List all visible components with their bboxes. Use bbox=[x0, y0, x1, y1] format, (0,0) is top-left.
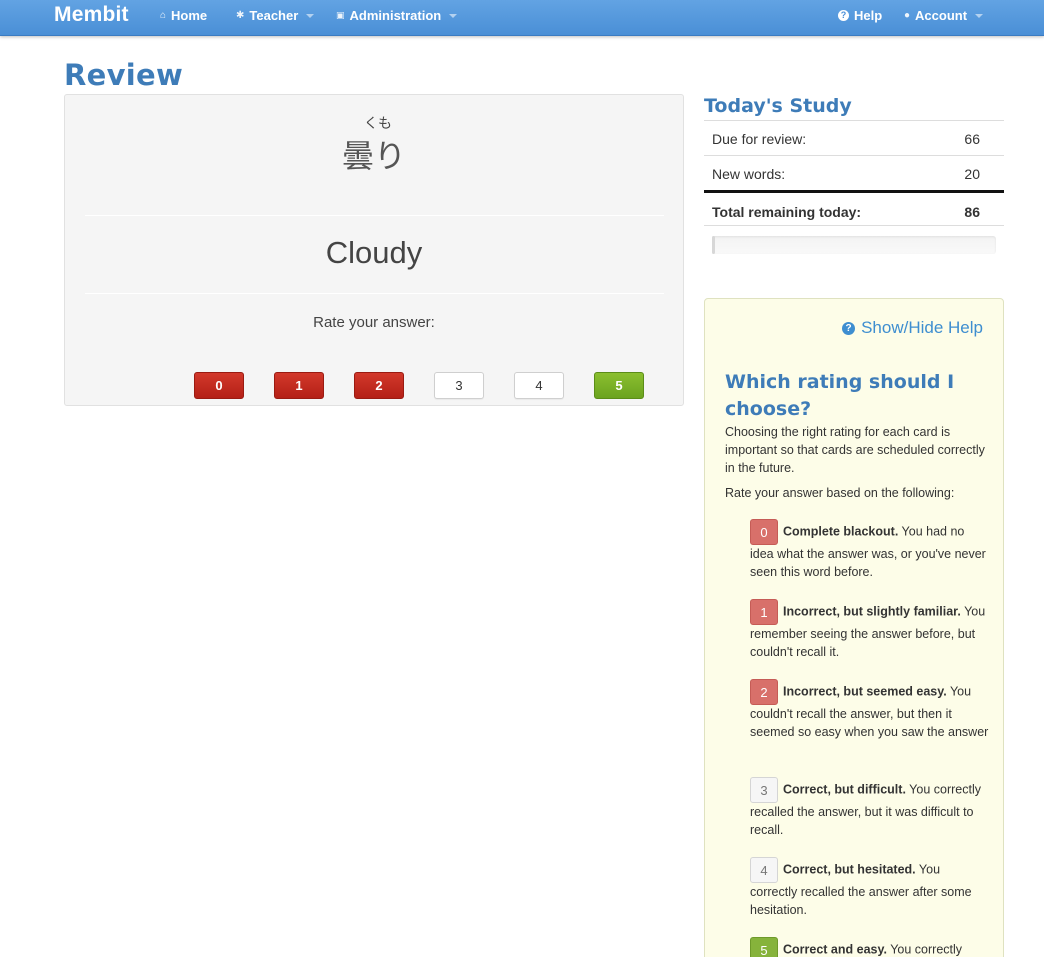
user-icon: ● bbox=[904, 10, 911, 21]
rating-badge: 3 bbox=[750, 777, 778, 803]
rating-help-item: 1 Incorrect, but slightly familiar. You r… bbox=[750, 599, 990, 661]
study-row-label: Due for review: bbox=[712, 131, 807, 147]
rating-help-item: 4 Correct, but hesitated. You correctly r… bbox=[750, 857, 990, 919]
rating-help-item: 5 Correct and easy. You correctly bbox=[750, 937, 990, 957]
top-navbar: Membit ⌂ Home ✱ Teacher ▣ Administration… bbox=[0, 0, 1044, 36]
nav-administration[interactable]: ▣ Administration bbox=[336, 8, 458, 23]
rate-button-0[interactable]: 0 bbox=[194, 372, 244, 399]
study-progress-fill bbox=[712, 236, 715, 254]
brand-logo[interactable]: Membit bbox=[54, 3, 129, 27]
furigana-reading: くも bbox=[364, 116, 392, 132]
study-title: Today's Study bbox=[704, 95, 852, 117]
nav-teacher-label: Teacher bbox=[249, 8, 299, 23]
rating-heading: Correct, but hesitated. bbox=[783, 862, 916, 877]
card-word: 曇り bbox=[341, 137, 406, 175]
study-row-value: 66 bbox=[964, 131, 980, 147]
rating-badge: 5 bbox=[750, 937, 778, 957]
study-row-new: New words: 20 bbox=[704, 155, 1004, 190]
rating-heading: Incorrect, but slightly familiar. bbox=[783, 604, 961, 619]
nav-account-label: Account bbox=[915, 8, 968, 23]
rate-button-3[interactable]: 3 bbox=[434, 372, 484, 399]
nav-home-label: Home bbox=[171, 8, 208, 23]
divider bbox=[85, 215, 664, 216]
rating-badge: 1 bbox=[750, 599, 778, 625]
rating-help-item: 3 Correct, but difficult. You correctly r… bbox=[750, 777, 990, 839]
rating-help-item: 2 Incorrect, but seemed easy. You couldn'… bbox=[750, 679, 990, 741]
gear-icon: ✱ bbox=[236, 10, 245, 21]
help-intro-secondary: Rate your answer based on the following: bbox=[725, 486, 955, 500]
nav-home[interactable]: ⌂ Home bbox=[160, 8, 207, 23]
study-progress-bar bbox=[712, 236, 996, 254]
home-icon: ⌂ bbox=[160, 10, 167, 21]
page-title: Review bbox=[64, 58, 184, 92]
study-row-value: 20 bbox=[964, 166, 980, 182]
show-hide-help-label: Show/Hide Help bbox=[861, 318, 983, 337]
review-card: くも 曇り Cloudy Rate your answer: 0 1 2 3 4… bbox=[64, 94, 684, 406]
study-table: Due for review: 66 New words: 20 Total r… bbox=[704, 120, 1004, 226]
rating-heading: Incorrect, but seemed easy. bbox=[783, 684, 947, 699]
rating-badge: 4 bbox=[750, 857, 778, 883]
rate-label: Rate your answer: bbox=[313, 314, 435, 331]
nav-administration-label: Administration bbox=[349, 8, 442, 23]
study-row-total: Total remaining today: 86 bbox=[704, 190, 1004, 226]
nav-help[interactable]: ? Help bbox=[838, 8, 882, 23]
rating-heading: Correct and easy. bbox=[783, 942, 887, 957]
help-intro: Choosing the right rating for each card … bbox=[725, 425, 985, 475]
question-circle-icon: ? bbox=[842, 321, 856, 335]
rate-button-1[interactable]: 1 bbox=[274, 372, 324, 399]
rating-text: You correctly bbox=[890, 942, 963, 957]
help-title: Which rating should I choose? bbox=[725, 371, 955, 420]
rate-button-2[interactable]: 2 bbox=[354, 372, 404, 399]
rate-button-5[interactable]: 5 bbox=[594, 372, 644, 399]
rating-heading: Correct, but difficult. bbox=[783, 782, 906, 797]
rating-badge: 2 bbox=[750, 679, 778, 705]
chevron-down-icon bbox=[306, 14, 315, 18]
study-row-due: Due for review: 66 bbox=[704, 120, 1004, 155]
study-total-value: 86 bbox=[964, 204, 980, 220]
divider bbox=[85, 293, 664, 294]
rating-badge: 0 bbox=[750, 519, 778, 545]
help-panel: ? Show/Hide Help Which rating should I c… bbox=[704, 298, 1004, 957]
nav-account[interactable]: ● Account bbox=[904, 8, 984, 23]
show-hide-help-link[interactable]: ? Show/Hide Help bbox=[842, 318, 983, 338]
question-circle-icon: ? bbox=[838, 10, 849, 21]
lock-icon: ▣ bbox=[336, 10, 345, 20]
rating-help-item: 0 Complete blackout. You had no idea what… bbox=[750, 519, 990, 581]
card-answer: Cloudy bbox=[325, 235, 423, 270]
nav-teacher[interactable]: ✱ Teacher bbox=[236, 8, 315, 23]
study-total-label: Total remaining today: bbox=[712, 204, 862, 220]
chevron-down-icon bbox=[449, 14, 458, 18]
study-row-label: New words: bbox=[712, 166, 786, 182]
rate-button-4[interactable]: 4 bbox=[514, 372, 564, 399]
rating-heading: Complete blackout. bbox=[783, 524, 899, 539]
chevron-down-icon bbox=[975, 14, 984, 18]
nav-help-label: Help bbox=[854, 8, 883, 23]
